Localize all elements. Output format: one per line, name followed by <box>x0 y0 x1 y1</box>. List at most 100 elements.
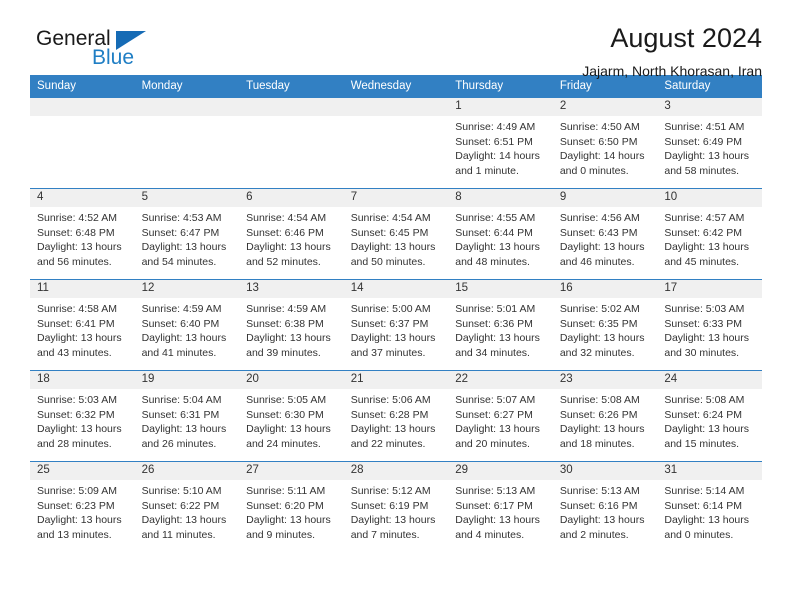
daylight-text-cont: and 11 minutes. <box>141 528 216 541</box>
calendar-day-cell[interactable]: 31 Sunrise: 5:14 AM Sunset: 6:14 PM Dayligh… <box>657 461 762 552</box>
day-18: 18 Sunrise: 5:03 AM Sunset: 6:32 PM Dayligh… <box>30 371 135 461</box>
sunset-text: Sunset: 6:38 PM <box>246 317 324 330</box>
day-details: Sunrise: 5:10 AM Sunset: 6:22 PM Daylight:… <box>135 480 240 542</box>
daylight-text: Daylight: 13 hours <box>455 423 540 435</box>
calendar-day-cell[interactable]: 15 Sunrise: 5:01 AM Sunset: 6:36 PM Dayligh… <box>448 279 553 371</box>
calendar-day-cell <box>30 98 135 189</box>
day-number <box>134 98 240 116</box>
weekday-header-thursday: Thursday <box>448 75 553 98</box>
calendar-day-cell[interactable]: 8 Sunrise: 4:55 AM Sunset: 6:44 PM Daylight… <box>448 188 553 280</box>
calendar-day-cell[interactable]: 4 Sunrise: 4:52 AM Sunset: 6:48 PM Daylight… <box>30 188 135 280</box>
day-number: 16 <box>552 280 658 298</box>
day-details: Sunrise: 5:07 AM Sunset: 6:27 PM Daylight:… <box>448 389 553 451</box>
daylight-text: Daylight: 14 hours <box>559 150 645 162</box>
calendar-day-cell[interactable]: 26 Sunrise: 5:10 AM Sunset: 6:22 PM Dayligh… <box>134 461 240 552</box>
sunrise-text: Sunrise: 5:08 AM <box>559 394 640 406</box>
calendar-day-cell[interactable]: 30 Sunrise: 5:13 AM Sunset: 6:16 PM Dayligh… <box>552 461 658 552</box>
location-subtitle: Jajarm, North Khorasan, Iran <box>582 63 762 79</box>
day-details: Sunrise: 4:49 AM Sunset: 6:51 PM Daylight:… <box>448 116 553 178</box>
calendar-day-cell[interactable]: 14 Sunrise: 5:00 AM Sunset: 6:37 PM Dayligh… <box>343 279 449 371</box>
sunset-text: Sunset: 6:45 PM <box>350 226 429 239</box>
sunset-text: Sunset: 6:41 PM <box>37 317 115 330</box>
calendar-day-cell[interactable]: 21 Sunrise: 5:06 AM Sunset: 6:28 PM Dayligh… <box>343 370 449 462</box>
daylight-text: Daylight: 13 hours <box>246 241 331 253</box>
sunset-text: Sunset: 6:32 PM <box>37 408 115 421</box>
calendar-day-cell[interactable]: 9 Sunrise: 4:56 AM Sunset: 6:43 PM Daylight… <box>552 188 658 280</box>
calendar-day-cell[interactable]: 13 Sunrise: 4:59 AM Sunset: 6:38 PM Dayligh… <box>239 279 344 371</box>
general-blue-logo[interactable]: General Blue <box>30 28 160 76</box>
calendar-day-cell[interactable]: 6 Sunrise: 4:54 AM Sunset: 6:46 PM Daylight… <box>239 188 344 280</box>
calendar-day-cell[interactable]: 29 Sunrise: 5:13 AM Sunset: 6:17 PM Dayligh… <box>448 461 553 552</box>
day-11: 11 Sunrise: 4:58 AM Sunset: 6:41 PM Dayligh… <box>30 280 135 370</box>
empty-day <box>239 98 344 188</box>
calendar-day-cell[interactable]: 22 Sunrise: 5:07 AM Sunset: 6:27 PM Dayligh… <box>448 370 553 462</box>
page-header: General Blue August 2024 Jajarm, North K… <box>30 0 762 79</box>
daylight-text: Daylight: 13 hours <box>559 332 645 344</box>
calendar-day-cell[interactable]: 16 Sunrise: 5:02 AM Sunset: 6:35 PM Dayligh… <box>552 279 658 371</box>
day-details: Sunrise: 4:58 AM Sunset: 6:41 PM Daylight:… <box>30 298 135 360</box>
calendar-day-cell[interactable]: 10 Sunrise: 4:57 AM Sunset: 6:42 PM Dayligh… <box>657 188 762 280</box>
calendar-day-cell[interactable]: 7 Sunrise: 4:54 AM Sunset: 6:45 PM Daylight… <box>343 188 449 280</box>
daylight-text: Daylight: 13 hours <box>559 423 645 435</box>
daylight-text: Daylight: 13 hours <box>664 423 750 435</box>
sunset-text: Sunset: 6:46 PM <box>246 226 324 239</box>
sunset-text: Sunset: 6:50 PM <box>559 135 638 148</box>
weekday-header-sunday: Sunday <box>30 75 135 98</box>
day-16: 16 Sunrise: 5:02 AM Sunset: 6:35 PM Dayligh… <box>552 280 658 370</box>
day-details: Sunrise: 5:13 AM Sunset: 6:17 PM Daylight:… <box>448 480 553 542</box>
sunrise-text: Sunrise: 4:51 AM <box>664 121 745 133</box>
daylight-text-cont: and 20 minutes. <box>455 437 530 450</box>
daylight-text: Daylight: 13 hours <box>664 241 750 253</box>
calendar-day-cell[interactable]: 18 Sunrise: 5:03 AM Sunset: 6:32 PM Dayligh… <box>30 370 135 462</box>
day-number: 17 <box>657 280 762 298</box>
calendar-day-cell[interactable]: 12 Sunrise: 4:59 AM Sunset: 6:40 PM Dayligh… <box>134 279 240 371</box>
day-details: Sunrise: 5:01 AM Sunset: 6:36 PM Daylight:… <box>448 298 553 360</box>
daylight-text: Daylight: 13 hours <box>37 423 122 435</box>
daylight-text-cont: and 30 minutes. <box>664 346 740 359</box>
day-details: Sunrise: 5:11 AM Sunset: 6:20 PM Daylight:… <box>239 480 344 542</box>
sunrise-text: Sunrise: 4:52 AM <box>37 212 117 224</box>
day-number: 11 <box>30 280 135 298</box>
calendar-day-cell[interactable]: 11 Sunrise: 4:58 AM Sunset: 6:41 PM Dayligh… <box>30 279 135 371</box>
calendar-day-cell[interactable]: 1 Sunrise: 4:49 AM Sunset: 6:51 PM Daylight… <box>448 98 553 189</box>
calendar-day-cell[interactable]: 2 Sunrise: 4:50 AM Sunset: 6:50 PM Daylight… <box>552 98 658 189</box>
calendar-day-cell[interactable]: 20 Sunrise: 5:05 AM Sunset: 6:30 PM Dayligh… <box>239 370 344 462</box>
calendar-day-cell[interactable]: 25 Sunrise: 5:09 AM Sunset: 6:23 PM Dayligh… <box>30 461 135 552</box>
title-block: August 2024 Jajarm, North Khorasan, Iran <box>582 22 762 81</box>
sunset-text: Sunset: 6:23 PM <box>37 499 115 512</box>
sunset-text: Sunset: 6:20 PM <box>246 499 324 512</box>
daylight-text-cont: and 18 minutes. <box>559 437 635 450</box>
sunset-text: Sunset: 6:31 PM <box>141 408 220 421</box>
sunset-text: Sunset: 6:40 PM <box>141 317 220 330</box>
sunrise-text: Sunrise: 4:54 AM <box>246 212 327 224</box>
calendar-day-cell[interactable]: 3 Sunrise: 4:51 AM Sunset: 6:49 PM Daylight… <box>657 98 762 189</box>
calendar-day-cell[interactable]: 5 Sunrise: 4:53 AM Sunset: 6:47 PM Daylight… <box>134 188 240 280</box>
daylight-text-cont: and 52 minutes. <box>246 255 321 268</box>
calendar-day-cell[interactable]: 19 Sunrise: 5:04 AM Sunset: 6:31 PM Dayligh… <box>134 370 240 462</box>
day-number: 14 <box>343 280 449 298</box>
day-23: 23 Sunrise: 5:08 AM Sunset: 6:26 PM Dayligh… <box>552 371 658 461</box>
calendar-day-cell[interactable]: 17 Sunrise: 5:03 AM Sunset: 6:33 PM Dayligh… <box>657 279 762 371</box>
sunrise-text: Sunrise: 5:11 AM <box>246 485 326 497</box>
sunset-text: Sunset: 6:37 PM <box>350 317 429 330</box>
weekday-header-monday: Monday <box>134 75 240 98</box>
daylight-text-cont: and 46 minutes. <box>559 255 635 268</box>
day-number: 15 <box>448 280 553 298</box>
calendar-day-cell[interactable]: 28 Sunrise: 5:12 AM Sunset: 6:19 PM Dayligh… <box>343 461 449 552</box>
calendar-day-cell[interactable]: 27 Sunrise: 5:11 AM Sunset: 6:20 PM Dayligh… <box>239 461 344 552</box>
sunrise-text: Sunrise: 5:10 AM <box>141 485 222 497</box>
sunset-text: Sunset: 6:49 PM <box>664 135 743 148</box>
calendar-day-cell[interactable]: 24 Sunrise: 5:08 AM Sunset: 6:24 PM Dayligh… <box>657 370 762 462</box>
daylight-text: Daylight: 13 hours <box>664 150 750 162</box>
day-details: Sunrise: 4:52 AM Sunset: 6:48 PM Daylight:… <box>30 207 135 269</box>
day-number: 8 <box>448 189 553 207</box>
daylight-text: Daylight: 13 hours <box>141 332 227 344</box>
day-5: 5 Sunrise: 4:53 AM Sunset: 6:47 PM Daylight… <box>134 189 240 279</box>
daylight-text-cont: and 9 minutes. <box>246 528 316 541</box>
calendar-day-cell[interactable]: 23 Sunrise: 5:08 AM Sunset: 6:26 PM Dayligh… <box>552 370 658 462</box>
weekday-header-wednesday: Wednesday <box>343 75 449 98</box>
calendar-week-row: 11 Sunrise: 4:58 AM Sunset: 6:41 PM Dayligh… <box>30 279 762 371</box>
daylight-text: Daylight: 13 hours <box>455 241 540 253</box>
calendar-day-cell <box>134 98 240 189</box>
sunrise-text: Sunrise: 4:53 AM <box>141 212 222 224</box>
